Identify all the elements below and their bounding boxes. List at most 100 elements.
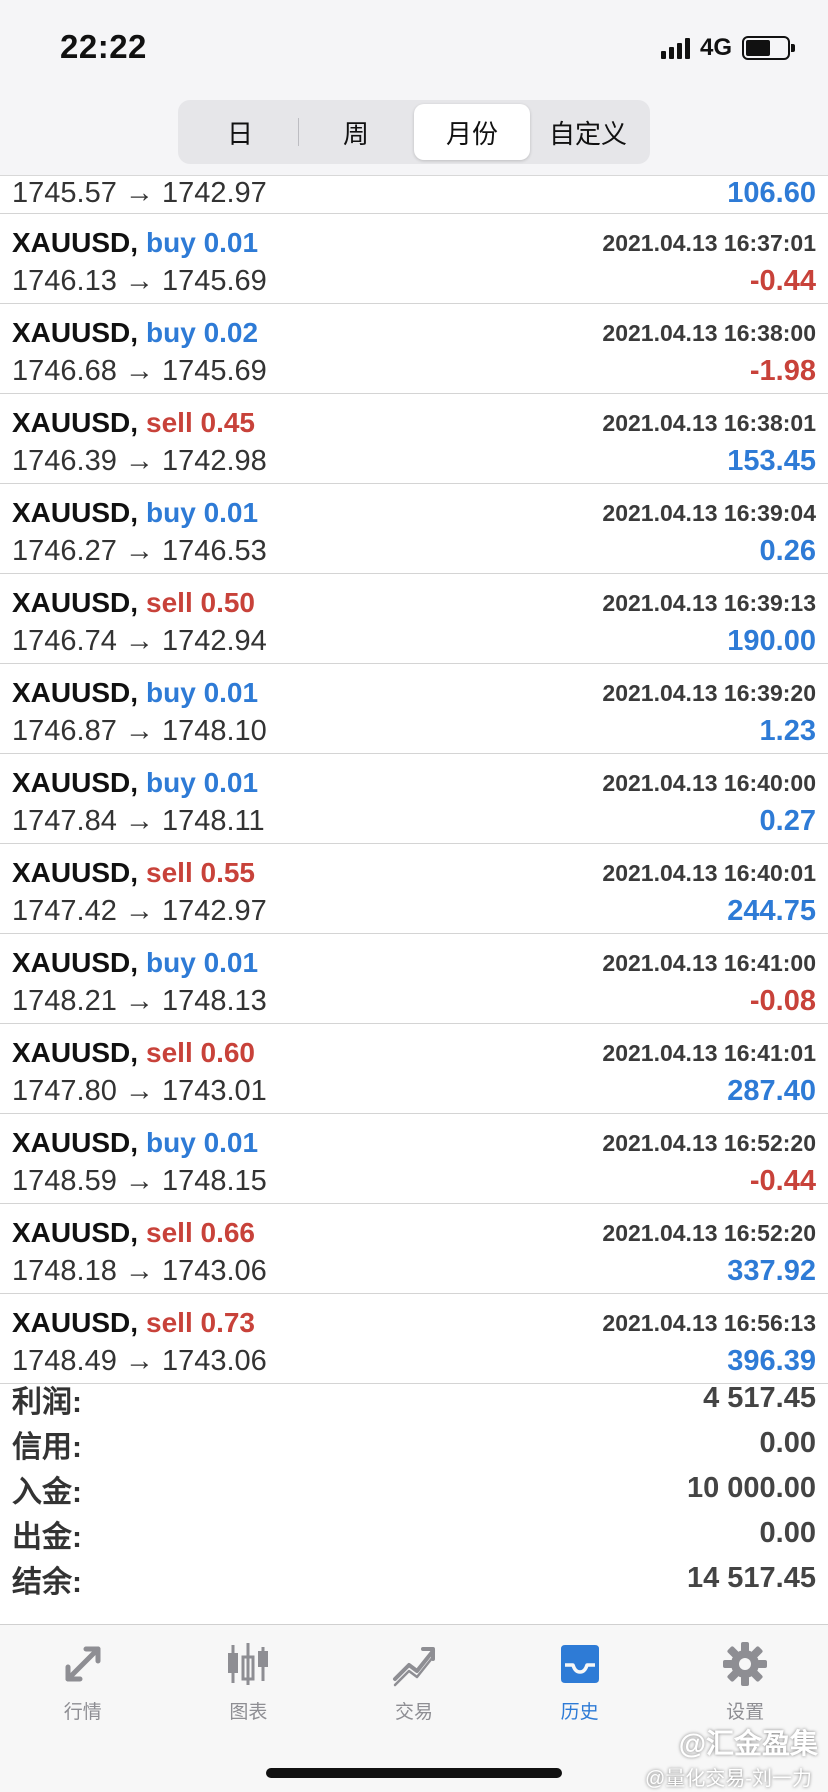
- trade-prices: 1747.80 → 1743.01: [12, 1074, 267, 1107]
- tab-trade[interactable]: 交易: [331, 1625, 497, 1729]
- trade-symbol: XAUUSD,: [12, 1127, 139, 1158]
- tab-charts[interactable]: 图表: [166, 1625, 332, 1729]
- summary-row-withdrawal: 出金: 0.00: [0, 1511, 828, 1556]
- tab-label: 图表: [229, 1702, 268, 1723]
- trade-prices: 1748.18 → 1743.06: [12, 1254, 267, 1287]
- trade-symbol: XAUUSD,: [12, 1217, 139, 1248]
- trade-prices: 1748.59 → 1748.15: [12, 1164, 267, 1197]
- trade-row-partial[interactable]: 1745.57 → 1742.97 106.60: [0, 176, 828, 214]
- trade-row[interactable]: XAUUSD, sell 0.45 2021.04.13 16:38:01 1746.…: [0, 394, 828, 484]
- trade-prices: 1748.21 → 1748.13: [12, 984, 267, 1017]
- candlestick-chart-icon: [228, 1643, 269, 1685]
- summary-label: 结余:: [12, 1565, 82, 1599]
- summary-value: 0.00: [759, 1427, 816, 1459]
- trade-row[interactable]: XAUUSD, sell 0.73 2021.04.13 16:56:13 1748.…: [0, 1294, 828, 1384]
- summary-row-balance: 结余: 14 517.45: [0, 1556, 828, 1601]
- trade-prices: 1746.13 → 1745.69: [12, 264, 267, 297]
- trade-instrument: XAUUSD, sell 0.55: [12, 857, 255, 889]
- trade-instrument: XAUUSD, buy 0.01: [12, 947, 258, 979]
- watermark-line1: @汇金盈集: [678, 1728, 818, 1759]
- trade-prices: 1746.74 → 1742.94: [12, 624, 267, 657]
- trade-profit: -0.44: [749, 1164, 816, 1197]
- trade-profit: -0.44: [749, 264, 816, 297]
- trade-side: buy 0.01: [146, 677, 259, 708]
- trade-time: 2021.04.13 16:41:00: [602, 949, 816, 976]
- trade-symbol: XAUUSD,: [12, 227, 139, 258]
- period-tab-custom[interactable]: 自定义: [530, 104, 646, 160]
- trade-time: 2021.04.13 16:40:00: [602, 769, 816, 796]
- tab-label: 行情: [63, 1702, 102, 1723]
- trade-instrument: XAUUSD, buy 0.01: [12, 677, 258, 709]
- trade-row[interactable]: XAUUSD, sell 0.55 2021.04.13 16:40:01 1747.…: [0, 844, 828, 934]
- trade-profit: -0.08: [749, 984, 816, 1017]
- trade-side: sell 0.66: [146, 1217, 255, 1248]
- trade-symbol: XAUUSD,: [12, 677, 139, 708]
- summary-value: 10 000.00: [686, 1472, 816, 1504]
- summary-row-profit: 利润: 4 517.45: [0, 1376, 828, 1421]
- trade-row[interactable]: XAUUSD, buy 0.01 2021.04.13 16:40:00 1747.8…: [0, 754, 828, 844]
- summary-value: 0.00: [759, 1517, 816, 1549]
- tab-label: 交易: [394, 1702, 433, 1723]
- trade-time: 2021.04.13 16:52:20: [602, 1129, 816, 1156]
- trade-row[interactable]: XAUUSD, buy 0.01 2021.04.13 16:52:20 1748.5…: [0, 1114, 828, 1204]
- trade-row[interactable]: XAUUSD, sell 0.66 2021.04.13 16:52:20 1748.…: [0, 1204, 828, 1294]
- tab-settings[interactable]: 设置: [662, 1625, 828, 1729]
- trade-row[interactable]: XAUUSD, buy 0.01 2021.04.13 16:39:20 1746.8…: [0, 664, 828, 754]
- trade-time: 2021.04.13 16:38:00: [602, 319, 816, 346]
- trade-profit: 1.23: [759, 714, 816, 747]
- period-tab-week[interactable]: 周: [298, 104, 414, 160]
- trade-symbol: XAUUSD,: [12, 767, 139, 798]
- trade-prices: 1748.49 → 1743.06: [12, 1344, 267, 1377]
- trade-symbol: XAUUSD,: [12, 407, 139, 438]
- trade-symbol: XAUUSD,: [12, 317, 139, 348]
- trade-history-list[interactable]: 1745.57 → 1742.97 106.60 XAUUSD, buy 0.01…: [0, 176, 828, 1384]
- trade-time: 2021.04.13 16:40:01: [602, 859, 816, 886]
- summary-row-deposit: 入金: 10 000.00: [0, 1466, 828, 1511]
- home-indicator[interactable]: [266, 1768, 562, 1778]
- trade-instrument: XAUUSD, buy 0.01: [12, 227, 258, 259]
- trade-row[interactable]: XAUUSD, buy 0.01 2021.04.13 16:41:00 1748.2…: [0, 934, 828, 1024]
- trade-time: 2021.04.13 16:39:13: [602, 589, 816, 616]
- period-tab-month[interactable]: 月份: [414, 104, 530, 160]
- trade-symbol: XAUUSD,: [12, 947, 139, 978]
- trade-symbol: XAUUSD,: [12, 857, 139, 888]
- trade-profit: 106.60: [727, 176, 816, 209]
- trade-profit: 0.27: [759, 804, 816, 837]
- trade-side: buy 0.02: [146, 317, 259, 348]
- summary-label: 信用:: [12, 1430, 82, 1464]
- period-tab-day[interactable]: 日: [182, 104, 298, 160]
- trade-symbol: XAUUSD,: [12, 1037, 139, 1068]
- battery-icon: [742, 36, 795, 60]
- trade-prices: 1746.68 → 1745.69: [12, 354, 267, 387]
- trade-prices: 1746.27 → 1746.53: [12, 534, 267, 567]
- tab-history[interactable]: 历史: [497, 1625, 663, 1729]
- summary-value: 14 517.45: [686, 1562, 816, 1594]
- trade-row[interactable]: XAUUSD, buy 0.01 2021.04.13 16:37:01 1746.1…: [0, 214, 828, 304]
- trade-time: 2021.04.13 16:38:01: [602, 409, 816, 436]
- trade-side: sell 0.55: [146, 857, 255, 888]
- tab-quotes[interactable]: 行情: [0, 1625, 166, 1729]
- trade-side: sell 0.45: [146, 407, 255, 438]
- trade-time: 2021.04.13 16:37:01: [602, 229, 816, 256]
- trade-row[interactable]: XAUUSD, sell 0.50 2021.04.13 16:39:13 1746.…: [0, 574, 828, 664]
- trade-symbol: XAUUSD,: [12, 1307, 139, 1338]
- trade-row[interactable]: XAUUSD, buy 0.01 2021.04.13 16:39:04 1746.2…: [0, 484, 828, 574]
- trade-instrument: XAUUSD, sell 0.50: [12, 587, 255, 619]
- trade-side: sell 0.50: [146, 587, 255, 618]
- trade-instrument: XAUUSD, buy 0.01: [12, 767, 258, 799]
- trade-row[interactable]: XAUUSD, sell 0.60 2021.04.13 16:41:01 1747.…: [0, 1024, 828, 1114]
- trade-prices: 1745.57 → 1742.97: [12, 176, 267, 209]
- quotes-arrows-icon: [65, 1646, 101, 1682]
- trade-side: buy 0.01: [146, 1127, 259, 1158]
- summary-value: 4 517.45: [703, 1382, 816, 1414]
- trade-time: 2021.04.13 16:52:20: [602, 1219, 816, 1246]
- trade-profit: 0.26: [759, 534, 816, 567]
- watermark-line2: @量化交易-刘一力: [645, 1768, 812, 1790]
- trade-profit: 153.45: [727, 444, 816, 477]
- trade-instrument: XAUUSD, buy 0.01: [12, 1127, 258, 1159]
- trade-row[interactable]: XAUUSD, buy 0.02 2021.04.13 16:38:00 1746.6…: [0, 304, 828, 394]
- trade-time: 2021.04.13 16:39:20: [602, 679, 816, 706]
- trade-profit: 244.75: [727, 894, 816, 927]
- trade-symbol: XAUUSD,: [12, 587, 139, 618]
- summary-label: 利润:: [12, 1385, 82, 1419]
